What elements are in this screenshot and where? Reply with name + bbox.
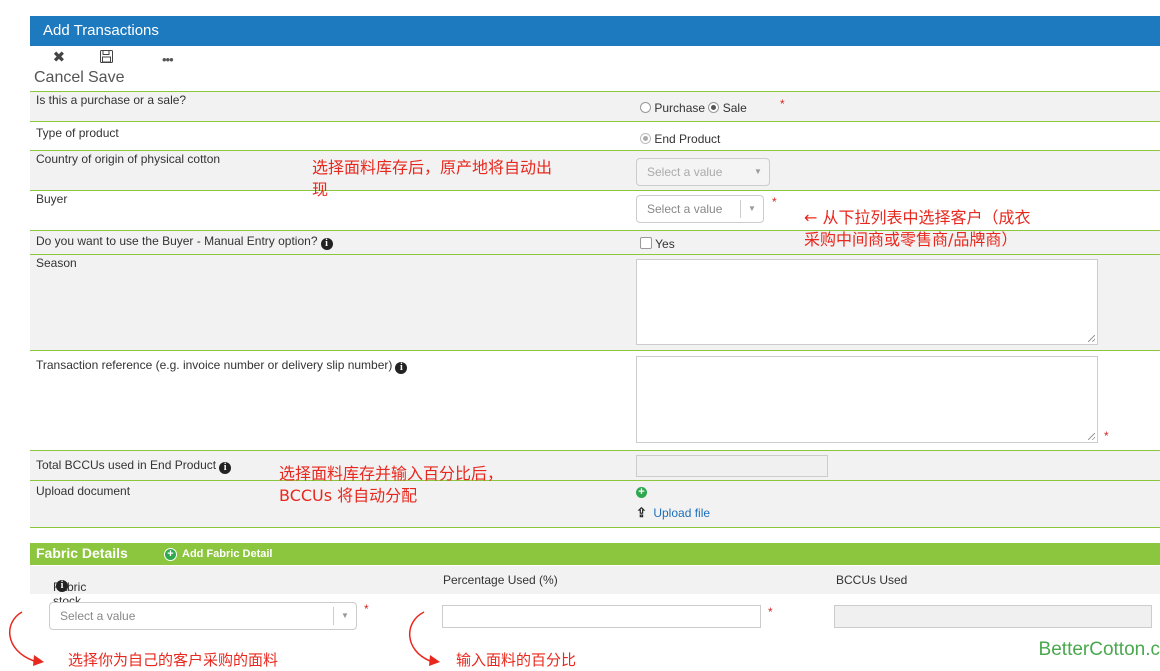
chevron-down-icon: ▼ — [754, 167, 762, 176]
percentage-used-column-header: Percentage Used (%) — [443, 573, 558, 587]
required-marker: * — [1104, 429, 1109, 443]
required-marker: * — [772, 195, 777, 209]
divider — [30, 527, 1160, 528]
floppy-disk-icon — [88, 50, 124, 66]
info-icon[interactable]: i — [219, 462, 232, 474]
add-icon: + — [164, 548, 177, 561]
bccus-used-input — [834, 605, 1152, 628]
total-bccus-row: Total BCCUs used in End Product i — [30, 450, 1160, 480]
required-marker: * — [780, 97, 785, 111]
buyer-label: Buyer — [36, 192, 68, 206]
product-type-label: Type of product — [36, 126, 119, 140]
country-origin-annotation: 选择面料库存后，原产地将自动出 现 — [312, 158, 553, 199]
season-textarea[interactable] — [636, 259, 1098, 345]
chevron-down-icon: ▼ — [333, 607, 356, 625]
info-icon[interactable]: i — [395, 362, 408, 374]
country-origin-row: Country of origin of physical cotton Sel… — [30, 150, 1160, 190]
bccus-used-column-header: BCCUs Used — [836, 573, 908, 587]
upload-document-row: Upload document + ⇪ Upload file — [30, 480, 1160, 527]
bccu-annotation: 选择面料库存并输入百分比后， BCCUs 将自动分配 — [279, 464, 504, 505]
add-fabric-detail-button[interactable]: + Add Fabric Detail — [164, 548, 272, 561]
cancel-button[interactable]: ✖ Cancel — [34, 50, 84, 87]
transaction-reference-textarea[interactable] — [636, 356, 1098, 443]
dialog-title: Add Transactions — [43, 22, 159, 39]
buyer-manual-option: Yes — [655, 237, 675, 251]
curved-arrow-icon — [8, 611, 44, 666]
product-type-row: Type of product End Product — [30, 121, 1160, 150]
info-icon[interactable]: i — [320, 238, 333, 250]
dialog-header: Add Transactions — [30, 16, 1160, 46]
end-product-label: End Product — [654, 132, 721, 146]
transaction-reference-label: Transaction reference (e.g. invoice numb… — [36, 358, 408, 374]
brand-watermark: BetterCotton.c — [1038, 639, 1160, 660]
buyer-manual-checkbox[interactable] — [640, 237, 652, 249]
upload-file-link[interactable]: ⇪ Upload file — [636, 505, 710, 521]
percentage-used-input[interactable] — [442, 605, 761, 628]
curved-arrow-icon — [408, 611, 440, 666]
info-icon[interactable]: i — [56, 580, 68, 592]
buyer-select[interactable]: Select a value ▼ — [636, 195, 764, 223]
country-origin-select: Select a value ▼ — [636, 158, 770, 186]
fabric-stock-select[interactable]: Select a value ▼ — [49, 602, 357, 630]
fabric-details-bar: Fabric Details + Add Fabric Detail — [30, 543, 1160, 565]
transaction-reference-row: Transaction reference (e.g. invoice numb… — [30, 350, 1160, 450]
upload-icon: ⇪ — [636, 505, 647, 520]
fabric-table-header: Fabric stock i Percentage Used (%) BCCUs … — [30, 566, 1160, 608]
total-bccus-label: Total BCCUs used in End Product i — [36, 458, 232, 474]
purchase-option-label: Purchase — [654, 101, 706, 115]
save-button[interactable]: Save — [88, 50, 124, 87]
required-marker: * — [364, 602, 369, 616]
sale-radio[interactable] — [708, 102, 720, 113]
required-marker: * — [768, 605, 773, 619]
purchase-radio-group: Purchase Sale — [640, 101, 747, 115]
fabric-stock-annotation: 选择你为自己的客户采购的面料 — [68, 651, 279, 669]
season-label: Season — [36, 256, 77, 270]
close-icon: ✖ — [52, 49, 66, 66]
chevron-down-icon: ▼ — [740, 200, 763, 218]
purchase-radio[interactable] — [640, 102, 651, 113]
total-bccus-input — [636, 455, 828, 477]
purchase-sale-label: Is this a purchase or a sale? — [36, 93, 187, 107]
upload-document-label: Upload document — [36, 484, 131, 498]
buyer-annotation: ← 从下拉列表中选择客户（成衣 采购中间商或零售商/品牌商） — [804, 208, 1031, 249]
percentage-annotation: 输入面料的百分比 — [456, 651, 577, 669]
sale-option-label: Sale — [722, 101, 747, 115]
resize-grip-icon[interactable] — [1088, 335, 1095, 342]
purchase-sale-row: Is this a purchase or a sale? Purchase S… — [30, 91, 1160, 121]
fabric-details-title: Fabric Details — [36, 545, 128, 561]
toolbar: ✖ Cancel Save ••• — [30, 47, 1160, 90]
more-options-icon[interactable]: ••• — [162, 52, 174, 67]
season-row: Season — [30, 254, 1160, 350]
country-origin-label: Country of origin of physical cotton — [36, 152, 221, 166]
resize-grip-icon[interactable] — [1088, 433, 1095, 440]
end-product-radio — [640, 133, 651, 144]
buyer-manual-label: Do you want to use the Buyer - Manual En… — [36, 234, 333, 250]
add-icon[interactable]: + — [636, 487, 647, 498]
